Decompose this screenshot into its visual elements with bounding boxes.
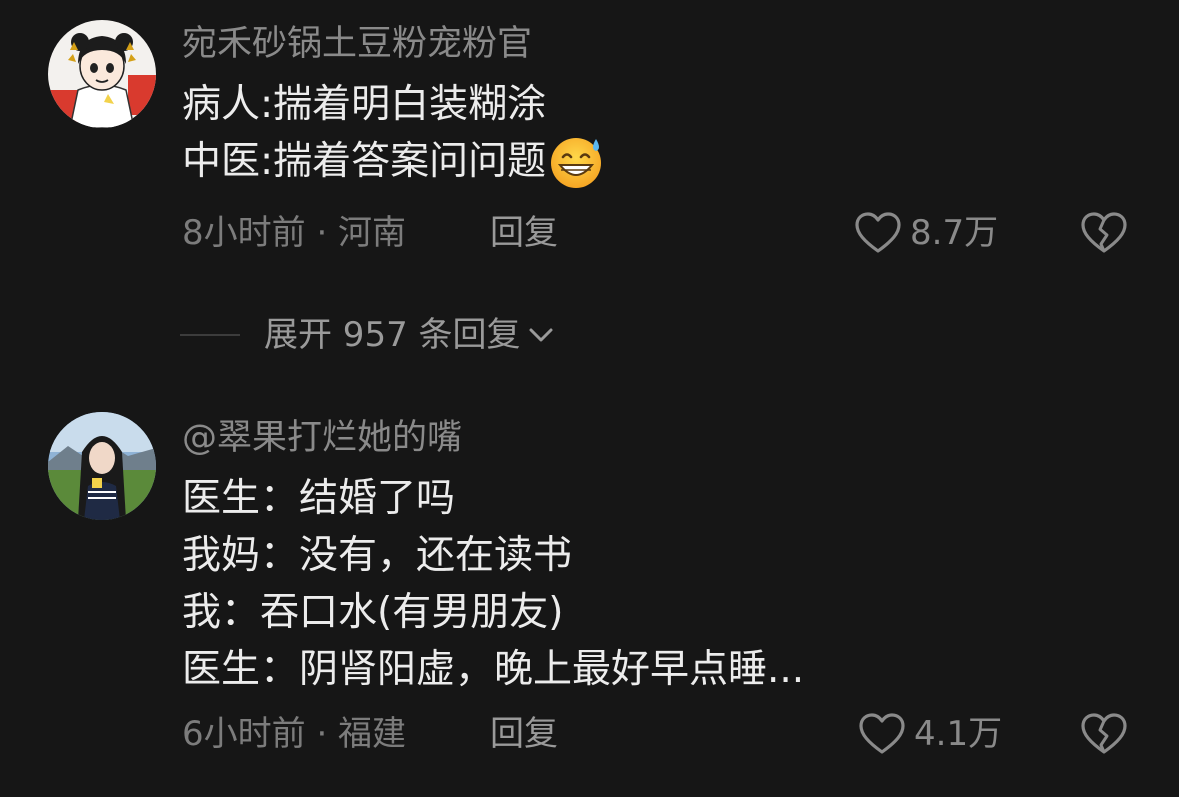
dislike-button[interactable] [1080,211,1128,255]
chevron-down-icon [529,328,553,342]
comment-text: 病人:揣着明白装糊涂 中医:揣着答案问问题 [182,76,606,190]
comment-meta-row: 6小时前 · 福建 回复 4.1万 [182,709,1131,759]
timestamp-location: 8小时前 · 河南 [182,213,407,253]
avatar[interactable] [48,412,156,520]
username[interactable]: @翠果打烂她的嘴 [182,416,462,460]
like-button[interactable]: 8.7万 [854,208,998,258]
comment-line: 我妈：没有，还在读书 [182,533,573,578]
reply-button[interactable]: 回复 [490,709,558,759]
heart-outline-icon [855,212,901,253]
comment-line: 中医:揣着答案问问题 [182,139,547,184]
like-count: 8.7万 [910,213,999,253]
comment-line: 医生：阴肾阳虚，晚上最好早点睡... [182,647,805,692]
comment-meta-row: 8小时前 · 河南 回复 8.7万 [182,208,1131,258]
comment-line-with-emoji: 中医:揣着答案问问题 [182,133,606,190]
comment-text: 医生：结婚了吗 我妈：没有，还在读书 我：吞口水(有男朋友) 医生：阴肾阳虚，晚… [182,470,804,698]
username[interactable]: 宛禾砂锅土豆粉宠粉官 [182,22,532,66]
timestamp-location: 6小时前 · 福建 [182,714,407,754]
avatar-cartoon-image [48,20,156,128]
expand-replies-label: 展开 957 条回复 [264,315,521,355]
heart-outline-icon [859,713,905,754]
reply-button[interactable]: 回复 [490,208,558,258]
grinning-sweat-emoji-icon [548,133,606,191]
comment-item: 宛禾砂锅土豆粉宠粉官 病人:揣着明白装糊涂 中医:揣着答案问问题 8小时前 · … [0,0,1179,300]
comment-line: 病人:揣着明白装糊涂 [182,82,547,127]
dislike-button[interactable] [1080,712,1128,756]
like-count: 4.1万 [914,714,1003,754]
divider-line [180,334,240,336]
like-button[interactable]: 4.1万 [858,709,1002,759]
broken-heart-icon [1081,713,1127,754]
comment-line: 医生：结婚了吗 [182,476,456,521]
expand-replies-button[interactable]: 展开 957 条回复 [180,308,557,362]
broken-heart-icon [1081,212,1127,253]
avatar[interactable] [48,20,156,128]
comment-item: @翠果打烂她的嘴 医生：结婚了吗 我妈：没有，还在读书 我：吞口水(有男朋友) … [0,400,1179,797]
avatar-photo-image [48,412,156,520]
comment-line: 我：吞口水(有男朋友) [182,590,564,635]
